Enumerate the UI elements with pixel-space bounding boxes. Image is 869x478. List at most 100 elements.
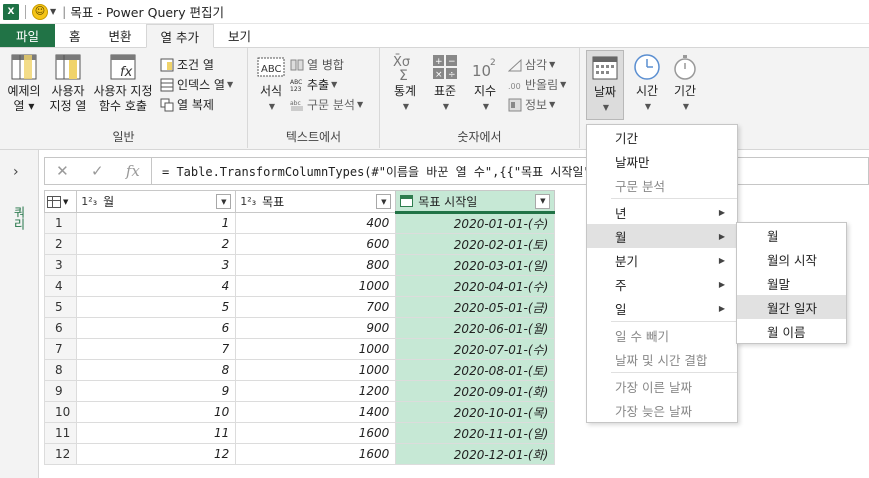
month-menu-item[interactable]: 월 이름	[737, 319, 846, 343]
date-menu-item[interactable]: 일 ▶	[587, 296, 737, 320]
month-menu-item[interactable]: 월말	[737, 271, 846, 295]
tab-add-column[interactable]: 열 추가	[145, 24, 215, 48]
table-row[interactable]: 11 11 1600 2020-11-01-(일)	[43, 422, 556, 444]
fx-icon[interactable]: fx	[126, 162, 140, 180]
date-button[interactable]: 날짜 ▼	[586, 50, 624, 120]
parse-button[interactable]: abc 구문 분석 ▼	[290, 96, 363, 113]
confirm-formula-icon[interactable]: ✓	[91, 162, 104, 180]
cell-target[interactable]: 1400	[235, 401, 397, 423]
index-column-dropdown-icon[interactable]: ▼	[227, 80, 233, 89]
statistics-button[interactable]: X̄σ Σ 통계 ▼	[388, 52, 422, 114]
row-number[interactable]: 12	[43, 443, 78, 465]
cell-start-date[interactable]: 2020-06-01-(월)	[395, 317, 556, 339]
cell-month[interactable]: 3	[76, 254, 237, 276]
cell-target[interactable]: 1000	[235, 275, 397, 297]
cell-start-date[interactable]: 2020-02-01-(토)	[395, 233, 556, 255]
date-menu-item[interactable]: 구문 분석	[587, 173, 737, 197]
month-menu-item[interactable]: 월간 일자	[737, 295, 846, 319]
row-number[interactable]: 7	[43, 338, 78, 360]
filter-dropdown-icon[interactable]: ▼	[216, 194, 232, 209]
column-header-target[interactable]: 1²₃ 목표 ▼	[235, 190, 397, 213]
queries-label[interactable]: 쿼리	[11, 206, 28, 230]
format-button[interactable]: ABC 서식 ▼	[254, 52, 288, 114]
cell-month[interactable]: 4	[76, 275, 237, 297]
qat-dropdown-icon[interactable]: ▼	[50, 7, 56, 16]
merge-columns-button[interactable]: 열 병합	[290, 56, 344, 73]
row-number[interactable]: 11	[43, 422, 78, 444]
scientific-button[interactable]: 10 2 지수 ▼	[468, 52, 502, 114]
cell-month[interactable]: 7	[76, 338, 237, 360]
row-number[interactable]: 5	[43, 296, 78, 318]
formula-input[interactable]: = Table.TransformColumnTypes(#"이름을 바꾼 열 …	[152, 157, 869, 185]
cell-month[interactable]: 6	[76, 317, 237, 339]
cell-target[interactable]: 400	[235, 212, 397, 234]
filter-dropdown-icon[interactable]: ▼	[376, 194, 392, 209]
information-dropdown-icon[interactable]: ▼	[549, 100, 555, 109]
column-header-month[interactable]: 1²₃ 월 ▼	[76, 190, 237, 213]
cell-start-date[interactable]: 2020-11-01-(일)	[395, 422, 556, 444]
invoke-custom-function-button[interactable]: fx 사용자 지정 함수 호출	[90, 52, 156, 114]
tab-transform[interactable]: 변환	[95, 24, 146, 47]
cell-month[interactable]: 9	[76, 380, 237, 402]
table-row[interactable]: 8 8 1000 2020-08-01-(토)	[43, 359, 556, 381]
rounding-dropdown-icon[interactable]: ▼	[560, 80, 566, 89]
row-number[interactable]: 1	[43, 212, 78, 234]
table-row[interactable]: 4 4 1000 2020-04-01-(수)	[43, 275, 556, 297]
date-menu-item[interactable]: 가장 늦은 날짜	[587, 398, 737, 422]
duplicate-column-button[interactable]: 열 복제	[160, 96, 214, 113]
table-row[interactable]: 12 12 1600 2020-12-01-(화)	[43, 443, 556, 465]
cell-month[interactable]: 8	[76, 359, 237, 381]
filter-dropdown-icon[interactable]: ▼	[535, 193, 551, 209]
feedback-smiley-icon[interactable]: ☺	[32, 3, 48, 20]
standard-button[interactable]: + − × ÷ 표준 ▼	[428, 52, 462, 114]
whole-number-type-icon[interactable]: 1²₃	[240, 195, 256, 208]
cell-target[interactable]: 900	[235, 317, 397, 339]
trigonometry-button[interactable]: 삼각 ▼	[507, 56, 555, 73]
cell-target[interactable]: 1600	[235, 443, 397, 465]
date-menu-item[interactable]: 분기 ▶	[587, 248, 737, 272]
table-row[interactable]: 6 6 900 2020-06-01-(월)	[43, 317, 556, 339]
table-row[interactable]: 2 2 600 2020-02-01-(토)	[43, 233, 556, 255]
cell-start-date[interactable]: 2020-01-01-(수)	[395, 212, 556, 234]
row-number[interactable]: 6	[43, 317, 78, 339]
date-menu-item[interactable]: 년 ▶	[587, 200, 737, 224]
table-menu-button[interactable]: ▼	[43, 190, 78, 213]
table-row[interactable]: 5 5 700 2020-05-01-(금)	[43, 296, 556, 318]
cell-month[interactable]: 10	[76, 401, 237, 423]
date-menu-item[interactable]: 기간	[587, 125, 737, 149]
cell-target[interactable]: 600	[235, 233, 397, 255]
cell-month[interactable]: 5	[76, 296, 237, 318]
cell-target[interactable]: 1200	[235, 380, 397, 402]
date-menu-item[interactable]: 날짜 및 시간 결합	[587, 347, 737, 371]
cell-target[interactable]: 1000	[235, 359, 397, 381]
row-number[interactable]: 3	[43, 254, 78, 276]
column-header-target-start-date[interactable]: 목표 시작일 ▼	[395, 190, 556, 214]
tab-view[interactable]: 보기	[214, 24, 265, 47]
cell-start-date[interactable]: 2020-12-01-(화)	[395, 443, 556, 465]
custom-column-button[interactable]: 사용자 지정 열	[46, 52, 90, 114]
row-number[interactable]: 10	[43, 401, 78, 423]
expand-chevron-icon[interactable]: ›	[13, 164, 19, 180]
date-menu-item[interactable]: 주 ▶	[587, 272, 737, 296]
table-row[interactable]: 10 10 1400 2020-10-01-(목)	[43, 401, 556, 423]
index-column-button[interactable]: 인덱스 열 ▼	[160, 76, 233, 93]
table-row[interactable]: 9 9 1200 2020-09-01-(화)	[43, 380, 556, 402]
extract-dropdown-icon[interactable]: ▼	[331, 80, 337, 89]
date-menu-item[interactable]: 가장 이른 날짜	[587, 374, 737, 398]
cell-month[interactable]: 1	[76, 212, 237, 234]
table-row[interactable]: 1 1 400 2020-01-01-(수)	[43, 212, 556, 234]
cell-month[interactable]: 11	[76, 422, 237, 444]
cell-target[interactable]: 700	[235, 296, 397, 318]
conditional-column-button[interactable]: 조건 열	[160, 56, 214, 73]
tab-home[interactable]: 홈	[55, 24, 95, 47]
cell-target[interactable]: 1600	[235, 422, 397, 444]
cell-start-date[interactable]: 2020-10-01-(목)	[395, 401, 556, 423]
date-menu-item[interactable]: 일 수 빼기	[587, 323, 737, 347]
month-menu-item[interactable]: 월의 시작	[737, 247, 846, 271]
whole-number-type-icon[interactable]: 1²₃	[81, 195, 97, 208]
cancel-formula-icon[interactable]: ✕	[56, 162, 69, 180]
row-number[interactable]: 9	[43, 380, 78, 402]
date-type-icon[interactable]	[400, 195, 414, 207]
column-from-examples-button[interactable]: 예제의 열 ▾	[4, 52, 44, 114]
extract-button[interactable]: ABC 123 추출 ▼	[290, 76, 337, 93]
